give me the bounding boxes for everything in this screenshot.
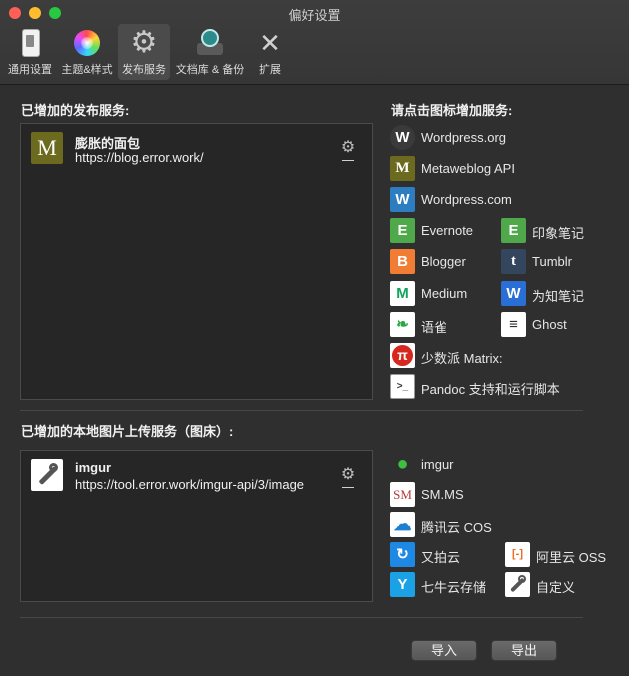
gear-icon[interactable]: ⚙ [340, 140, 356, 156]
yuque-icon: ❧ [390, 312, 415, 337]
add-upyun-label: 又拍云 [421, 550, 461, 565]
metaweblog-icon: M [390, 156, 415, 181]
remove-service-button[interactable] [342, 160, 354, 161]
remove-service-button[interactable] [342, 487, 354, 488]
window-title: 偏好设置 [288, 8, 341, 23]
preferences-window: 偏好设置 通用设置 主题&样式 ⚙ 发布服务 文档库 & 备份 ✕ 扩展 已增加… [0, 0, 629, 676]
add-tencent-cos-label: 腾讯云 COS [421, 520, 492, 535]
qiniu-icon: Y [390, 572, 415, 597]
add-pandoc-label: Pandoc 支持和运行脚本 [421, 382, 560, 397]
publish-service-item[interactable]: M 膨胀的面包 https://blog.error.work/ ⚙ [31, 132, 362, 166]
import-button[interactable]: 导入 [411, 640, 477, 661]
wiz-icon: W [501, 281, 526, 306]
image-service-item[interactable]: imgur https://tool.error.work/imgur-api/… [31, 459, 362, 493]
tab-publish-label: 发布服务 [122, 64, 166, 76]
tumblr-icon: t [501, 249, 526, 274]
upyun-icon: ↻ [390, 542, 415, 567]
add-imgur-label: imgur [421, 457, 454, 472]
footer-divider [20, 617, 583, 618]
wrench-icon [505, 572, 530, 597]
add-yinxiang-label: 印象笔记 [532, 226, 585, 241]
tools-icon: ✕ [259, 28, 281, 58]
service-name: imgur [75, 460, 112, 475]
tab-theme-label: 主题&样式 [61, 64, 113, 76]
yinxiang-icon: E [501, 218, 526, 243]
wrench-icon [31, 459, 63, 491]
tab-publish[interactable]: ⚙ 发布服务 [118, 24, 170, 80]
add-sspai-label: 少数派 Matrix: [421, 351, 503, 366]
color-wheel-icon [71, 27, 103, 59]
sspai-icon: π [390, 343, 415, 368]
add-evernote-label: Evernote [421, 223, 474, 238]
terminal-icon: >_ [390, 374, 415, 399]
metaweblog-icon: M [31, 132, 63, 164]
add-service-title: 请点击图标增加服务: [391, 103, 513, 118]
imgur-icon: ● [390, 452, 415, 477]
image-services-title: 已增加的本地图片上传服务（图床）: [21, 424, 234, 439]
tab-library-backup-label: 文档库 & 备份 [175, 64, 245, 76]
add-wiz-label: 为知笔记 [532, 289, 585, 304]
sspai-glyph: π [392, 345, 413, 366]
wordpress-icon: W [390, 125, 415, 150]
export-button[interactable]: 导出 [491, 640, 557, 661]
gear-icon: ⚙ [130, 26, 158, 59]
add-medium-label: Medium [421, 286, 468, 301]
add-qiniu-label: 七牛云存储 [421, 580, 487, 595]
add-custom-label: 自定义 [536, 580, 576, 595]
add-ghost-label: Ghost [532, 317, 567, 332]
add-yuque-label: 语雀 [421, 320, 448, 335]
tencent-cloud-icon: ☁ [390, 512, 415, 537]
gear-icon[interactable]: ⚙ [340, 467, 356, 483]
tab-library-backup[interactable]: 文档库 & 备份 [172, 24, 248, 80]
switch-icon [14, 27, 46, 59]
tab-general[interactable]: 通用设置 [4, 24, 56, 80]
evernote-icon: E [390, 218, 415, 243]
wordpress-com-icon: W [390, 187, 415, 212]
tab-general-label: 通用设置 [8, 64, 52, 76]
aliyun-icon: [-] [505, 542, 530, 567]
tab-extensions-label: 扩展 [259, 64, 281, 76]
service-url: https://blog.error.work/ [75, 150, 204, 165]
medium-icon: M [390, 281, 415, 306]
tab-theme[interactable]: 主题&样式 [58, 24, 116, 80]
ghost-icon: ≡ [501, 312, 526, 337]
add-tumblr-label: Tumblr [532, 254, 572, 269]
add-smms-label: SM.MS [421, 487, 464, 502]
section-divider [20, 410, 583, 411]
service-url: https://tool.error.work/imgur-api/3/imag… [75, 477, 305, 492]
add-wordpress-com-label: Wordpress.com [421, 192, 512, 207]
smms-icon: SM [390, 482, 415, 507]
toolbar: 偏好设置 通用设置 主题&样式 ⚙ 发布服务 文档库 & 备份 ✕ 扩展 [0, 0, 629, 85]
tab-extensions[interactable]: ✕ 扩展 [250, 24, 290, 80]
add-wordpress-org-label: Wordpress.org [421, 130, 507, 145]
publish-services-list[interactable]: M 膨胀的面包 https://blog.error.work/ ⚙ [20, 123, 373, 400]
add-aliyun-oss-label: 阿里云 OSS [536, 550, 607, 565]
blogger-icon: B [390, 249, 415, 274]
add-metaweblog-label: Metaweblog API [421, 161, 515, 176]
publish-services-title: 已增加的发布服务: [21, 103, 130, 118]
time-machine-icon [194, 27, 226, 59]
image-services-list[interactable]: imgur https://tool.error.work/imgur-api/… [20, 450, 373, 602]
add-blogger-label: Blogger [421, 254, 466, 269]
